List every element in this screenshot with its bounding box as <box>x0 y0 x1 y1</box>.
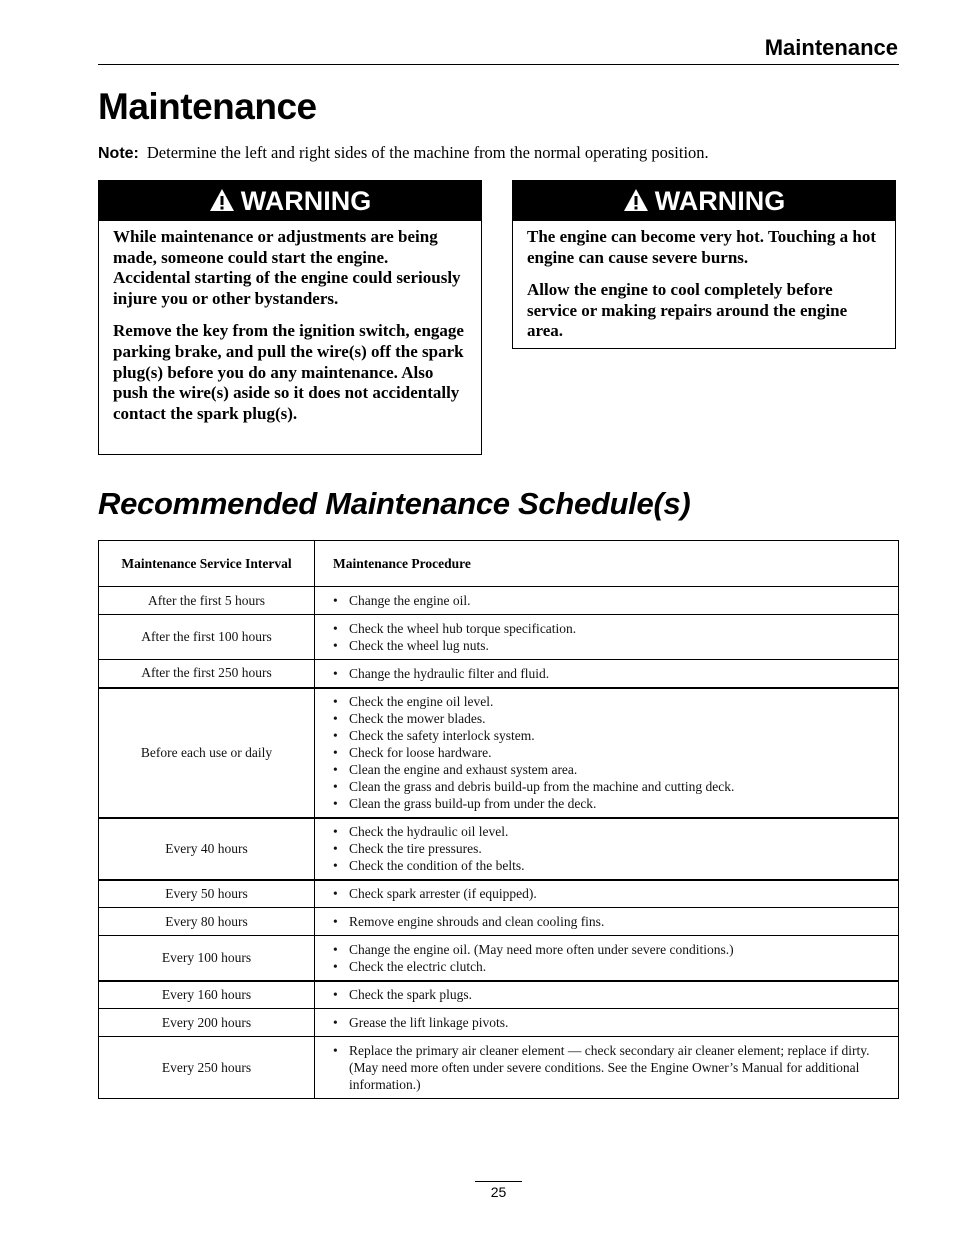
page-number: 25 <box>490 1184 507 1200</box>
warning-paragraph: Allow the engine to cool completely befo… <box>527 280 848 341</box>
interval-cell: Every 160 hours <box>98 979 315 1009</box>
warning-box-start-engine: WARNING While maintenance or adjustments… <box>98 180 482 455</box>
interval-cell: Every 50 hours <box>98 878 315 908</box>
table-row: After the first 250 hours Change the hydr… <box>98 659 899 688</box>
table-row: Every 200 hours Grease the lift linkage p… <box>98 1008 899 1037</box>
procedure-cell: Change the engine oil. <box>314 586 899 615</box>
procedure-item: Grease the lift linkage pivots. <box>333 1014 876 1031</box>
table-row: Every 250 hours Replace the primary air c… <box>98 1036 899 1099</box>
table-row: After the first 100 hours Check the wheel… <box>98 614 899 660</box>
procedure-cell: Replace the primary air cleaner element … <box>314 1036 899 1099</box>
procedure-list: Check the engine oil level.Check the mow… <box>333 693 876 812</box>
table-row: Every 80 hours Remove engine shrouds and … <box>98 907 899 936</box>
procedure-item: Check the safety interlock system. <box>333 727 876 744</box>
table-row: Before each use or dailyCheck the engine… <box>98 686 899 818</box>
table-header-row: Maintenance Service Interval Maintenance… <box>98 540 899 587</box>
procedure-list: Replace the primary air cleaner element … <box>333 1042 876 1093</box>
procedure-list: Check the hydraulic oil level.Check the … <box>333 823 876 874</box>
procedure-item: Check the engine oil level. <box>333 693 876 710</box>
procedure-item: Clean the grass build-up from under the … <box>333 795 876 812</box>
procedure-item: Replace the primary air cleaner element … <box>333 1042 876 1093</box>
warning-triangle-icon <box>623 188 649 212</box>
column-header-interval: Maintenance Service Interval <box>98 540 315 587</box>
maintenance-schedule-table: Maintenance Service Interval Maintenance… <box>98 540 899 1099</box>
warning-header: WARNING <box>99 181 481 221</box>
interval-cell: Before each use or daily <box>98 686 315 818</box>
warning-body: While maintenance or adjustments are bei… <box>99 221 481 424</box>
procedure-item: Remove engine shrouds and clean cooling … <box>333 913 876 930</box>
warning-paragraph: While maintenance or adjustments are bei… <box>113 227 461 308</box>
procedure-item: Check the tire pressures. <box>333 840 876 857</box>
procedure-item: Change the engine oil. (May need more of… <box>333 941 876 958</box>
procedure-cell: Change the hydraulic filter and fluid. <box>314 659 899 688</box>
section-title: Recommended Maintenance Schedule(s) <box>98 486 691 521</box>
warning-triangle-icon <box>209 188 235 212</box>
procedure-list: Remove engine shrouds and clean cooling … <box>333 913 876 930</box>
procedure-cell: Change the engine oil. (May need more of… <box>314 935 899 981</box>
procedure-item: Change the hydraulic filter and fluid. <box>333 665 876 682</box>
procedure-cell: Check the wheel hub torque specification… <box>314 614 899 660</box>
interval-cell: Every 200 hours <box>98 1008 315 1037</box>
procedure-cell: Check the engine oil level.Check the mow… <box>314 686 899 818</box>
procedure-list: Check the wheel hub torque specification… <box>333 620 876 654</box>
procedure-item: Check the spark plugs. <box>333 986 876 1003</box>
table-row: Every 100 hours Change the engine oil. (M… <box>98 935 899 981</box>
procedure-item: Change the engine oil. <box>333 592 876 609</box>
note-label: Note: <box>98 145 139 162</box>
procedure-list: Check spark arrester (if equipped). <box>333 885 876 902</box>
table-row: After the first 5 hours Change the engine… <box>98 586 899 615</box>
procedure-item: Check the mower blades. <box>333 710 876 727</box>
procedure-cell: Grease the lift linkage pivots. <box>314 1008 899 1037</box>
interval-cell: After the first 100 hours <box>98 614 315 660</box>
warning-title: WARNING <box>654 185 786 216</box>
footer-rule <box>475 1181 522 1182</box>
warning-box-hot-engine: WARNING The engine can become very hot. … <box>512 180 896 349</box>
procedure-cell: Check the spark plugs. <box>314 979 899 1009</box>
note: Note: Determine the left and right sides… <box>98 142 709 165</box>
interval-cell: After the first 5 hours <box>98 586 315 615</box>
header-rule <box>98 64 899 65</box>
warning-paragraph: The engine can become very hot. Touching… <box>527 227 876 267</box>
procedure-item: Check the wheel hub torque specification… <box>333 620 876 637</box>
procedure-item: Check spark arrester (if equipped). <box>333 885 876 902</box>
procedure-cell: Check the hydraulic oil level.Check the … <box>314 816 899 880</box>
warning-title: WARNING <box>240 185 372 216</box>
procedure-item: Check the wheel lug nuts. <box>333 637 876 654</box>
procedure-list: Change the engine oil. <box>333 592 876 609</box>
table-body: After the first 5 hours Change the engine… <box>98 586 899 1099</box>
procedure-item: Clean the engine and exhaust system area… <box>333 761 876 778</box>
warning-paragraph: Remove the key from the ignition switch,… <box>113 321 464 423</box>
note-text: Determine the left and right sides of th… <box>146 143 709 162</box>
interval-cell: Every 100 hours <box>98 935 315 981</box>
interval-cell: Every 250 hours <box>98 1036 315 1099</box>
table-row: Every 50 hours Check spark arrester (if e… <box>98 878 899 908</box>
procedure-list: Check the spark plugs. <box>333 986 876 1003</box>
procedure-item: Clean the grass and debris build-up from… <box>333 778 876 795</box>
procedure-list: Change the hydraulic filter and fluid. <box>333 665 876 682</box>
warning-header: WARNING <box>513 181 895 221</box>
procedure-list: Change the engine oil. (May need more of… <box>333 941 876 975</box>
procedure-item: Check the condition of the belts. <box>333 857 876 874</box>
table-row: Every 160 hours Check the spark plugs. <box>98 979 899 1009</box>
interval-cell: Every 40 hours <box>98 816 315 880</box>
procedure-item: Check for loose hardware. <box>333 744 876 761</box>
procedure-cell: Remove engine shrouds and clean cooling … <box>314 907 899 936</box>
column-header-procedure: Maintenance Procedure <box>314 540 899 587</box>
procedure-item: Check the electric clutch. <box>333 958 876 975</box>
warning-body: The engine can become very hot. Touching… <box>513 221 895 342</box>
page-title: Maintenance <box>98 86 317 127</box>
procedure-cell: Check spark arrester (if equipped). <box>314 878 899 908</box>
interval-cell: After the first 250 hours <box>98 659 315 688</box>
interval-cell: Every 80 hours <box>98 907 315 936</box>
procedure-list: Grease the lift linkage pivots. <box>333 1014 876 1031</box>
procedure-item: Check the hydraulic oil level. <box>333 823 876 840</box>
running-header: Maintenance <box>764 35 898 60</box>
table-row: Every 40 hours Check the hydraulic oil le… <box>98 816 899 880</box>
